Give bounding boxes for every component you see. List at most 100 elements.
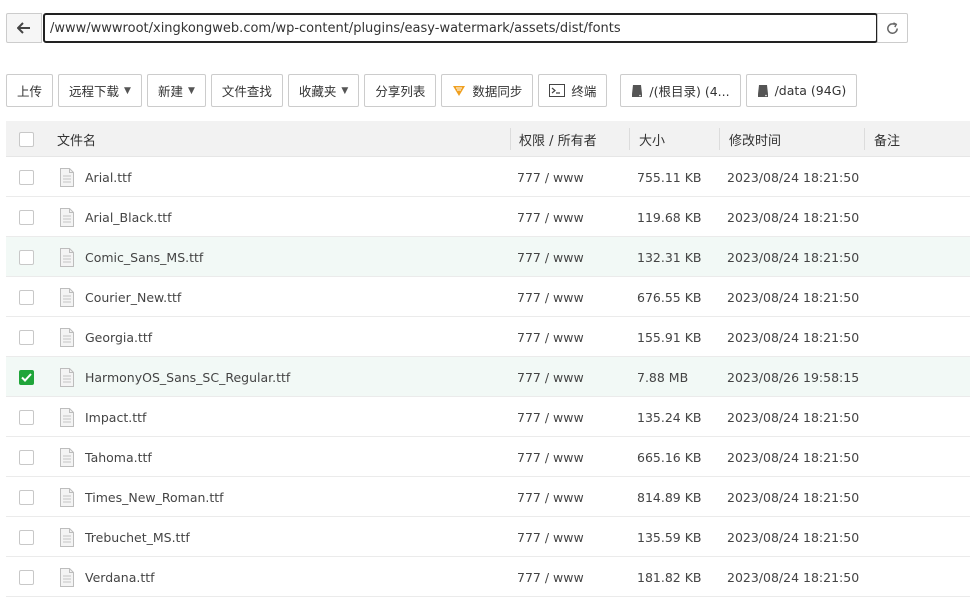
header-size[interactable]: 大小: [639, 121, 665, 157]
file-size: 181.82 KB: [637, 569, 702, 585]
table-row[interactable]: Comic_Sans_MS.ttf 777 / www 132.31 KB 2023/…: [6, 237, 970, 277]
remote-download-label: 远程下载: [69, 84, 120, 99]
file-modified: 2023/08/24 18:21:50: [727, 329, 860, 345]
file-perm-owner[interactable]: 777 / www: [517, 277, 584, 317]
disk-data-label: /data (94G): [774, 83, 847, 98]
header-perm-owner[interactable]: 权限 / 所有者: [519, 121, 597, 157]
table-body: Arial.ttf 777 / www 755.11 KB 2023/08/24 18…: [6, 157, 970, 597]
file-name[interactable]: Georgia.ttf: [85, 317, 152, 357]
favorites-dropdown[interactable]: 收藏夹 ▼: [287, 74, 360, 107]
file-table: 文件名 权限 / 所有者 大小 修改时间 备注 Arial.ttf 777 / w…: [6, 121, 970, 597]
row-checkbox[interactable]: [19, 289, 34, 305]
row-checkbox-cell[interactable]: [19, 237, 34, 277]
header-name[interactable]: 文件名: [57, 121, 96, 157]
disk-root-button[interactable]: /(根目录) (4...: [620, 74, 741, 107]
file-name[interactable]: Courier_New.ttf: [85, 277, 181, 317]
new-dropdown[interactable]: 新建 ▼: [146, 74, 206, 107]
file-name[interactable]: Arial.ttf: [85, 157, 131, 197]
file-name[interactable]: HarmonyOS_Sans_SC_Regular.ttf: [85, 357, 290, 397]
remote-download-dropdown[interactable]: 远程下载 ▼: [58, 74, 142, 107]
file-search-label: 文件查找: [221, 84, 272, 99]
disk-data-button[interactable]: /data (94G): [745, 74, 858, 107]
row-checkbox-cell[interactable]: [19, 437, 34, 477]
file-name[interactable]: Tahoma.ttf: [85, 437, 152, 477]
table-row[interactable]: Verdana.ttf 777 / www 181.82 KB 2023/08/24 …: [6, 557, 970, 597]
file-name[interactable]: Impact.ttf: [85, 397, 146, 437]
row-checkbox[interactable]: [19, 169, 34, 185]
row-checkbox-cell[interactable]: [19, 357, 34, 397]
row-checkbox[interactable]: [19, 529, 34, 545]
row-checkbox[interactable]: [19, 249, 34, 265]
file-perm-owner[interactable]: 777 / www: [517, 237, 584, 277]
file-icon: [60, 477, 74, 517]
upload-button[interactable]: 上传: [6, 74, 54, 107]
file-name[interactable]: Times_New_Roman.ttf: [85, 477, 224, 517]
path-input[interactable]: [43, 13, 878, 43]
table-row[interactable]: Courier_New.ttf 777 / www 676.55 KB 2023/08…: [6, 277, 970, 317]
file-perm-owner[interactable]: 777 / www: [517, 317, 584, 357]
row-checkbox[interactable]: [19, 409, 34, 425]
file-perm-owner[interactable]: 777 / www: [517, 397, 584, 437]
file-perm-owner[interactable]: 777 / www: [517, 517, 584, 557]
table-row[interactable]: Arial_Black.ttf 777 / www 119.68 KB 2023/08…: [6, 197, 970, 237]
chevron-down-icon: ▼: [187, 85, 195, 96]
file-perm-owner[interactable]: 777 / www: [517, 157, 584, 197]
file-modified: 2023/08/24 18:21:50: [727, 209, 860, 225]
row-checkbox-cell[interactable]: [19, 157, 34, 197]
header-modified[interactable]: 修改时间: [729, 121, 781, 157]
file-perm-owner[interactable]: 777 / www: [517, 477, 584, 517]
row-checkbox[interactable]: [19, 369, 34, 385]
file-search-button[interactable]: 文件查找: [210, 74, 283, 107]
file-size: 665.16 KB: [637, 449, 702, 465]
file-perm-owner[interactable]: 777 / www: [517, 357, 584, 397]
file-icon: [60, 517, 74, 557]
table-row[interactable]: Tahoma.ttf 777 / www 665.16 KB 2023/08/24 1…: [6, 437, 970, 477]
table-row[interactable]: Arial.ttf 777 / www 755.11 KB 2023/08/24 18…: [6, 157, 970, 197]
row-checkbox[interactable]: [19, 209, 34, 225]
file-perm-owner[interactable]: 777 / www: [517, 197, 584, 237]
row-checkbox-cell[interactable]: [19, 517, 34, 557]
file-size: 814.89 KB: [637, 489, 702, 505]
file-name[interactable]: Verdana.ttf: [85, 557, 155, 597]
row-checkbox-cell[interactable]: [19, 557, 34, 597]
file-name[interactable]: Arial_Black.ttf: [85, 197, 172, 237]
file-size: 119.68 KB: [637, 209, 702, 225]
file-name[interactable]: Trebuchet_MS.ttf: [85, 517, 190, 557]
file-perm-owner[interactable]: 777 / www: [517, 437, 584, 477]
file-size: 135.59 KB: [637, 529, 702, 545]
row-checkbox-cell[interactable]: [19, 397, 34, 437]
share-list-button[interactable]: 分享列表: [364, 74, 437, 107]
file-icon: [60, 397, 74, 437]
row-checkbox[interactable]: [19, 569, 34, 585]
file-icon: [60, 197, 74, 237]
toolbar: 上传 远程下载 ▼ 新建 ▼ 文件查找 收藏夹 ▼ 分享列表 数据同步 终端 /(根目…: [6, 74, 862, 107]
file-size: 135.24 KB: [637, 409, 702, 425]
select-all-checkbox-cell[interactable]: [19, 121, 34, 157]
table-row[interactable]: Georgia.ttf 777 / www 155.91 KB 2023/08/24 …: [6, 317, 970, 357]
back-button[interactable]: [6, 13, 42, 43]
select-all-checkbox[interactable]: [19, 131, 34, 147]
new-label: 新建: [157, 84, 183, 99]
terminal-label: 终端: [571, 84, 597, 99]
terminal-button[interactable]: 终端: [538, 74, 608, 107]
row-checkbox-cell[interactable]: [19, 277, 34, 317]
sync-data-button[interactable]: 数据同步: [441, 74, 534, 107]
row-checkbox-cell[interactable]: [19, 317, 34, 357]
row-checkbox[interactable]: [19, 449, 34, 465]
table-row[interactable]: HarmonyOS_Sans_SC_Regular.ttf 777 / www 7.…: [6, 357, 970, 397]
file-perm-owner[interactable]: 777 / www: [517, 557, 584, 597]
header-remark[interactable]: 备注: [874, 121, 900, 157]
table-row[interactable]: Impact.ttf 777 / www 135.24 KB 2023/08/24 1…: [6, 397, 970, 437]
row-checkbox[interactable]: [19, 329, 34, 345]
favorites-label: 收藏夹: [298, 84, 337, 99]
row-checkbox[interactable]: [19, 489, 34, 505]
file-size: 7.88 MB: [637, 369, 689, 385]
row-checkbox-cell[interactable]: [19, 477, 34, 517]
refresh-icon: [887, 21, 898, 34]
file-name[interactable]: Comic_Sans_MS.ttf: [85, 237, 203, 277]
row-checkbox-cell[interactable]: [19, 197, 34, 237]
table-row[interactable]: Trebuchet_MS.ttf 777 / www 135.59 KB 2023/0…: [6, 517, 970, 557]
table-row[interactable]: Times_New_Roman.ttf 777 / www 814.89 KB 202…: [6, 477, 970, 517]
refresh-button[interactable]: [877, 13, 908, 43]
file-size: 155.91 KB: [637, 329, 702, 345]
